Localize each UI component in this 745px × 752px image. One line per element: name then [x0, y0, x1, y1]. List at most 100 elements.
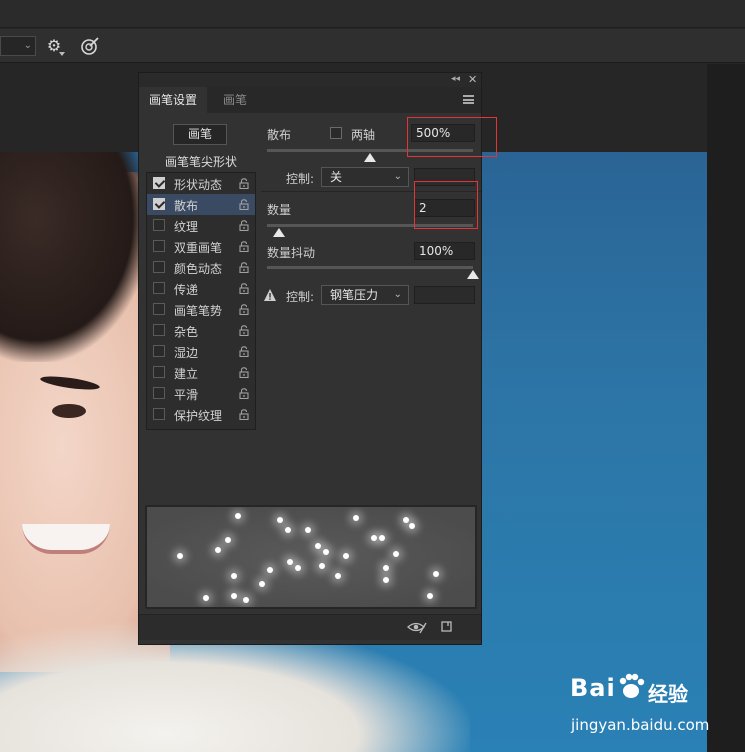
option-checkbox[interactable]: [153, 387, 165, 399]
panel-bottom-bar: [139, 614, 481, 640]
brush-option-item[interactable]: 形状动态: [147, 173, 255, 194]
count-slider-thumb[interactable]: [273, 228, 286, 237]
option-label: 建立: [174, 367, 199, 381]
count-jitter-slider[interactable]: [267, 266, 473, 269]
toggle-preview-icon[interactable]: [407, 620, 427, 634]
preview-dab: [323, 549, 329, 555]
highlight-box-count: [414, 181, 478, 229]
panel-header-strip: ◂◂ ✕: [139, 73, 481, 87]
option-checkbox[interactable]: [153, 198, 165, 210]
preview-dab: [319, 563, 325, 569]
lock-icon[interactable]: [239, 178, 249, 189]
caret-down-icon: [59, 52, 65, 56]
brush-option-item[interactable]: 建立: [147, 362, 255, 383]
lock-icon[interactable]: [239, 199, 249, 210]
preview-dab: [353, 515, 359, 521]
brush-option-item[interactable]: 湿边: [147, 341, 255, 362]
preview-dab: [225, 537, 231, 543]
lock-icon[interactable]: [239, 409, 249, 420]
count-jitter-value-field[interactable]: 100%: [414, 242, 475, 260]
preview-dab: [235, 513, 241, 519]
brush-option-item[interactable]: 双重画笔: [147, 236, 255, 257]
lock-icon[interactable]: [239, 220, 249, 231]
brush-settings-panel: ◂◂ ✕ 画笔设置 画笔 画笔 画笔笔尖形状 形状动态 散布纹理双重画笔 颜色动态传…: [138, 72, 497, 645]
close-icon[interactable]: ✕: [468, 73, 477, 86]
preview-dab: [259, 581, 265, 587]
preview-dab: [203, 595, 209, 601]
option-checkbox[interactable]: [153, 408, 165, 420]
brush-tip-shape-item[interactable]: 画笔笔尖形状: [146, 153, 256, 171]
preview-dab: [409, 523, 415, 529]
workspace-edge: [707, 64, 745, 752]
preview-dab: [231, 573, 237, 579]
collapse-icon[interactable]: ◂◂: [451, 74, 460, 84]
preview-dab: [231, 593, 237, 599]
option-checkbox[interactable]: [153, 303, 165, 315]
highlight-box-scatter: [407, 117, 497, 157]
menu-bar: [0, 0, 745, 28]
brush-option-item[interactable]: 杂色: [147, 320, 255, 341]
brushes-button[interactable]: 画笔: [173, 124, 227, 145]
count-jitter-label: 数量抖动: [267, 246, 316, 260]
pressure-icon[interactable]: [80, 36, 100, 56]
count-jitter-slider-thumb[interactable]: [467, 270, 479, 279]
preview-dab: [335, 573, 341, 579]
brush-option-item[interactable]: 纹理: [147, 215, 255, 236]
lock-icon[interactable]: [239, 241, 249, 252]
brush-preset-select[interactable]: ⌄: [0, 36, 36, 56]
option-label: 平滑: [174, 388, 199, 402]
brush-option-item[interactable]: 传递: [147, 278, 255, 299]
chevron-down-icon: ⌄: [393, 289, 402, 300]
jitter-control-value: 钢笔压力: [330, 288, 379, 302]
brush-option-item[interactable]: 画笔笔势: [147, 299, 255, 320]
lock-icon[interactable]: [239, 367, 249, 378]
panel-tabs: 画笔设置 画笔: [139, 87, 481, 113]
count-label: 数量: [267, 203, 292, 217]
brush-options-list: 形状动态 散布纹理双重画笔 颜色动态 传递 画笔笔势 杂色湿边建立平滑保护纹理: [146, 172, 256, 430]
baidu-watermark: Bai 经验 jingyan.baidu.com: [570, 672, 710, 738]
option-checkbox[interactable]: [153, 240, 165, 252]
option-checkbox[interactable]: [153, 219, 165, 231]
scatter-control-dropdown[interactable]: 关 ⌄: [321, 167, 409, 187]
preview-dab: [371, 535, 377, 541]
option-checkbox[interactable]: [153, 261, 165, 273]
scatter-control-label: 控制:: [286, 172, 315, 186]
brush-option-item[interactable]: 散布: [147, 194, 255, 215]
preview-dab: [295, 565, 301, 571]
panel-menu-icon[interactable]: [463, 95, 474, 104]
preview-dab: [177, 553, 183, 559]
both-axes-label: 两轴: [351, 128, 376, 142]
lock-icon[interactable]: [239, 283, 249, 294]
option-label: 纹理: [174, 220, 199, 234]
option-checkbox[interactable]: [153, 345, 165, 357]
brush-option-item[interactable]: 保护纹理: [147, 404, 255, 425]
new-brush-icon[interactable]: [441, 621, 453, 633]
both-axes-checkbox[interactable]: [330, 127, 342, 139]
lock-icon[interactable]: [239, 388, 249, 399]
paw-icon: [619, 673, 645, 698]
option-checkbox[interactable]: [153, 282, 165, 294]
jitter-control-dropdown[interactable]: 钢笔压力 ⌄: [321, 285, 409, 305]
lock-icon[interactable]: [239, 304, 249, 315]
preview-dab: [267, 567, 273, 573]
lock-icon[interactable]: [239, 262, 249, 273]
preview-dab: [243, 597, 249, 603]
brush-option-item[interactable]: 颜色动态: [147, 257, 255, 278]
option-checkbox[interactable]: [153, 366, 165, 378]
option-checkbox[interactable]: [153, 177, 165, 189]
lock-icon[interactable]: [239, 325, 249, 336]
brush-stroke-preview: [145, 505, 477, 609]
preview-dab: [393, 551, 399, 557]
option-label: 湿边: [174, 346, 199, 360]
watermark-brand: Bai: [570, 674, 616, 702]
tab-brushes[interactable]: 画笔: [213, 87, 257, 113]
brush-option-item[interactable]: 平滑: [147, 383, 255, 404]
option-checkbox[interactable]: [153, 324, 165, 336]
lock-icon[interactable]: [239, 346, 249, 357]
watermark-brand-cn: 经验: [648, 682, 688, 706]
watermark-url: jingyan.baidu.com: [571, 716, 710, 734]
preview-dab: [379, 535, 385, 541]
photo-hair: [0, 152, 150, 362]
scatter-slider-thumb[interactable]: [364, 153, 376, 162]
tab-brush-settings[interactable]: 画笔设置: [139, 87, 208, 113]
